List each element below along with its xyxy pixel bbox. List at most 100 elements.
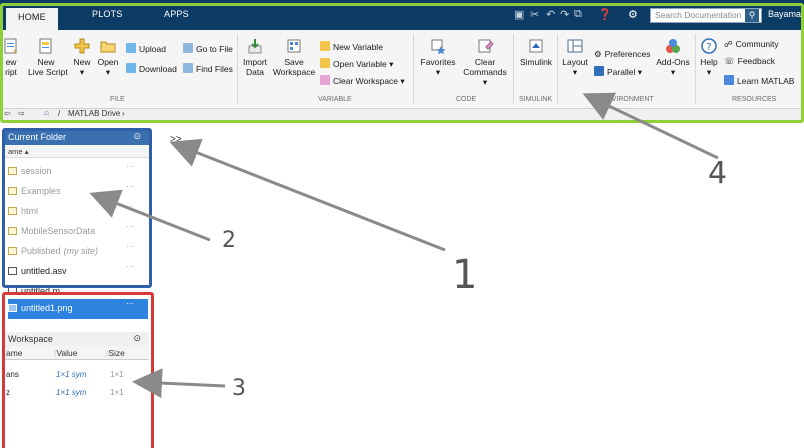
- user-name[interactable]: Bayaman: [768, 9, 804, 19]
- new-script-button[interactable]: ew ript: [0, 38, 22, 77]
- parallel-button[interactable]: Parallel ▾: [594, 66, 642, 78]
- redo-icon[interactable]: ↷: [560, 8, 569, 21]
- more-options-icon[interactable]: ⋯: [126, 162, 134, 171]
- workspace-name-cell[interactable]: ans: [6, 370, 19, 379]
- resources-group-label: RESOURCES: [732, 96, 777, 103]
- new-dropdown-icon[interactable]: ▾: [80, 67, 84, 77]
- more-options-icon[interactable]: ⋯: [126, 202, 134, 211]
- more-options-icon[interactable]: ⋯: [126, 182, 134, 191]
- switch-windows-icon[interactable]: ⧉: [574, 8, 582, 21]
- clear-workspace-dropdown-icon[interactable]: ▾: [400, 76, 404, 86]
- feedback-icon: ☏: [724, 56, 735, 66]
- workspace-value-cell[interactable]: 1×1 sym: [56, 388, 86, 397]
- community-icon: ☍: [724, 39, 733, 49]
- find-files-icon: [183, 63, 193, 73]
- search-icon[interactable]: ⚲: [745, 9, 759, 22]
- folder-list-item[interactable]: MobileSensorData ⋯: [8, 222, 148, 242]
- save-icon[interactable]: ▣: [514, 8, 524, 21]
- folder-list-item[interactable]: Examples ⋯: [8, 182, 148, 202]
- workspace-size-column[interactable]: ⁞Size: [106, 348, 125, 358]
- settings-icon[interactable]: ⚙: [628, 8, 638, 21]
- open-variable-button[interactable]: Open Variable ▾: [320, 58, 393, 70]
- more-options-icon[interactable]: ⋯: [126, 222, 134, 231]
- upload-button[interactable]: Upload: [126, 43, 166, 55]
- layout-icon: [567, 39, 583, 53]
- parallel-dropdown-icon[interactable]: ▾: [638, 67, 642, 77]
- folder-list-item[interactable]: Published (my site) ⋯: [8, 242, 148, 262]
- callout-number: 1: [452, 252, 478, 298]
- learn-matlab-button[interactable]: Learn MATLAB: [724, 75, 794, 87]
- forward-icon[interactable]: ⇨: [18, 109, 25, 118]
- open-variable-dropdown-icon[interactable]: ▾: [389, 59, 393, 69]
- open-button[interactable]: Open ▾: [96, 38, 120, 77]
- parallel-icon: [594, 66, 604, 76]
- workspace-size-cell[interactable]: 1×1: [110, 370, 124, 379]
- workspace-value-column[interactable]: ⁞Value: [54, 348, 77, 358]
- feedback-button[interactable]: ☏ Feedback: [724, 55, 775, 67]
- address-bar[interactable]: ⇦ ⇨ ⌂ / MATLAB Drive ›: [0, 108, 804, 121]
- preferences-label: Preferences: [604, 49, 651, 59]
- preferences-button[interactable]: ⚙ Preferences: [594, 48, 650, 60]
- more-options-icon[interactable]: ⋯: [126, 282, 134, 291]
- tab-apps[interactable]: APPS: [164, 9, 189, 19]
- panel-options-icon[interactable]: ⊙: [133, 131, 141, 142]
- new-button[interactable]: New ▾: [70, 38, 94, 77]
- workspace-value-cell[interactable]: 1×1 sym: [56, 370, 86, 379]
- clear-commands-button[interactable]: Clear Commands ▾: [462, 38, 508, 87]
- find-files-button[interactable]: Find Files: [183, 63, 233, 75]
- save-workspace-button[interactable]: Save Workspace: [272, 38, 316, 77]
- download-button[interactable]: Download: [126, 63, 177, 75]
- undo-icon[interactable]: ↶: [546, 8, 555, 21]
- help-dropdown-icon[interactable]: ▾: [707, 67, 711, 77]
- clear-commands-dropdown-icon[interactable]: ▾: [483, 77, 487, 87]
- more-options-icon[interactable]: ⋯: [126, 262, 134, 271]
- workspace-title: Workspace: [8, 334, 53, 344]
- tab-home[interactable]: HOME: [6, 8, 58, 30]
- search-documentation-input[interactable]: Search Documentation ⚲: [650, 8, 762, 23]
- workspace-name-column[interactable]: ame: [6, 348, 23, 358]
- new-live-script-button[interactable]: New Live Script: [28, 38, 68, 77]
- workspace-size-cell[interactable]: 1×1: [110, 388, 124, 397]
- cut-icon[interactable]: ✂: [530, 8, 539, 21]
- favorites-icon: [431, 39, 446, 54]
- layout-dropdown-icon[interactable]: ▾: [573, 67, 577, 77]
- folder-icon: [8, 187, 17, 195]
- favorites-button[interactable]: Favorites ▾: [418, 38, 458, 77]
- layout-button[interactable]: Layout ▾: [561, 38, 589, 77]
- add-ons-button[interactable]: Add-Ons ▾: [656, 38, 690, 77]
- more-options-icon[interactable]: ⋯: [126, 299, 134, 308]
- workspace-name-cell[interactable]: z: [6, 388, 10, 397]
- folder-list-item[interactable]: untitled1.png ⋯: [8, 299, 148, 319]
- go-to-file-icon: [183, 43, 193, 53]
- clear-workspace-button[interactable]: Clear Workspace ▾: [320, 75, 405, 87]
- favorites-dropdown-icon[interactable]: ▾: [436, 67, 440, 77]
- help-button[interactable]: ? Help ▾: [698, 38, 720, 77]
- clear-workspace-icon: [320, 75, 330, 85]
- folder-list-item[interactable]: untitled.asv ⋯: [8, 262, 148, 282]
- community-button[interactable]: ☍ Community: [724, 38, 779, 50]
- more-options-icon[interactable]: ⋯: [126, 242, 134, 251]
- workspace-header: Workspace ⊙: [4, 332, 149, 347]
- import-data-button[interactable]: Import Data: [241, 38, 269, 77]
- folder-icon: [8, 207, 17, 215]
- arrow-3: [132, 368, 226, 399]
- path-segment[interactable]: MATLAB Drive: [68, 109, 120, 118]
- panel-options-icon[interactable]: ⊙: [133, 333, 141, 344]
- open-dropdown-icon[interactable]: ▾: [106, 67, 110, 77]
- back-icon[interactable]: ⇦: [4, 109, 11, 118]
- add-ons-dropdown-icon[interactable]: ▾: [671, 67, 675, 77]
- folder-item-suffix: (my site): [63, 246, 99, 256]
- new-variable-button[interactable]: New Variable: [320, 41, 383, 53]
- go-to-file-button[interactable]: Go to File: [183, 43, 233, 55]
- folder-list-item[interactable]: session ⋯: [8, 162, 148, 182]
- help-icon[interactable]: ❓: [598, 8, 612, 21]
- divider: [695, 34, 696, 104]
- folder-list-item[interactable]: html ⋯: [8, 202, 148, 222]
- folder-icon: [8, 247, 17, 255]
- drive-icon: ⌂: [44, 108, 49, 117]
- tab-plots[interactable]: PLOTS: [92, 9, 123, 19]
- path-chevron-icon[interactable]: ›: [122, 109, 125, 118]
- simulink-button[interactable]: Simulink: [518, 38, 554, 67]
- name-column-header[interactable]: ame ▴: [4, 146, 149, 158]
- command-prompt[interactable]: >>: [170, 134, 182, 145]
